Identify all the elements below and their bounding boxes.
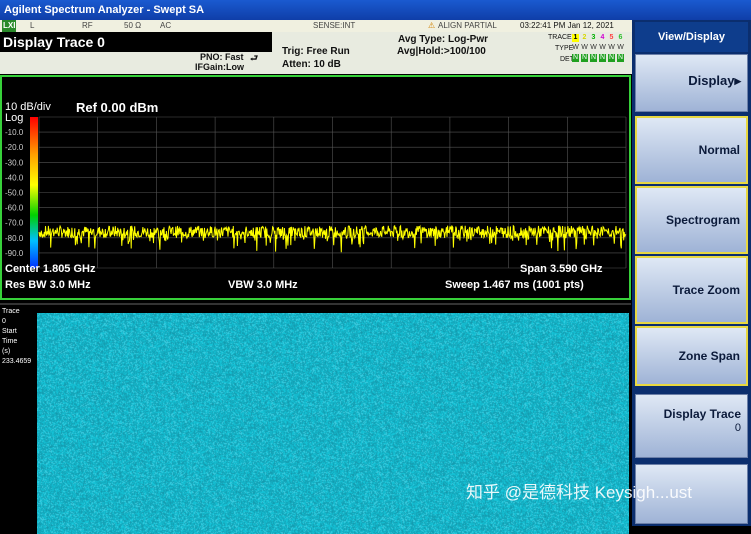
trace-numbers-5: 5	[608, 34, 615, 42]
ifgain-setting: IFGain:Low	[195, 62, 244, 72]
softkey-panel: View/Display Display▸ Normal Spectrogram…	[632, 20, 751, 526]
det-letters-4: N	[599, 54, 606, 62]
display-trace-softkey[interactable]: Display Trace 0	[635, 394, 748, 458]
sense-indicator: SENSE:INT	[313, 21, 356, 30]
attenuation-setting: Atten: 10 dB	[282, 59, 341, 70]
watermark: 知乎 @是德科技 Keysigh...ust	[466, 483, 693, 502]
menu-title: View/Display	[635, 22, 748, 52]
display-trace-value: 0	[734, 422, 741, 434]
window-title: Agilent Spectrum Analyzer - Swept SA	[0, 0, 751, 20]
spectrogram-label-line: (s)	[2, 348, 11, 355]
display-trace-label: Display Trace	[663, 407, 741, 421]
spectrogram-softkey[interactable]: Spectrogram	[635, 186, 748, 254]
reference-level: Ref 0.00 dBm	[76, 100, 159, 115]
spectrogram-label-line: Start	[2, 328, 17, 335]
log-label: Log	[5, 112, 24, 124]
sweep-time: Sweep 1.467 ms (1001 pts)	[445, 279, 584, 291]
type-letters-3: W	[590, 44, 597, 51]
det-letters-2: N	[581, 54, 588, 62]
trace-numbers-6: 6	[617, 34, 624, 42]
y-tick-label: -10.0	[5, 128, 24, 137]
y-tick-label: -40.0	[5, 173, 24, 182]
spectrogram-trace-label: Trace 0 Start Time (s) 233.4659	[2, 307, 31, 367]
span: Span 3.590 GHz	[520, 263, 603, 275]
type-letters-5: W	[608, 44, 615, 51]
spectrogram-label-line: Time	[2, 338, 18, 345]
rf-indicator: RF	[82, 21, 93, 30]
warning-icon: ⚠	[428, 21, 436, 30]
trace-label: TRACE	[548, 34, 572, 41]
page-title: Display Trace 0	[0, 32, 272, 52]
trace-zoom-softkey[interactable]: Trace Zoom	[635, 256, 748, 324]
coupling-indicator: AC	[160, 21, 172, 30]
spectrogram-label-line: 0	[2, 318, 6, 325]
y-tick-label: -30.0	[5, 158, 24, 167]
trace-numbers-1: 1	[572, 34, 579, 42]
y-tick-label: -50.0	[5, 189, 24, 198]
type-letters-6: W	[617, 44, 624, 51]
trigger-setting: Trig: Free Run	[282, 46, 350, 57]
measurement-info-bar: Display Trace 0 PNO: Fast ⮐ IFGain:Low T…	[0, 32, 632, 74]
y-tick-label: -70.0	[5, 219, 24, 228]
type-letters-1: W	[572, 44, 579, 51]
trace-graticule: -10.0 -20.0 -30.0 -40.0 -50.0 -60.0 -70.0 -80.0…	[0, 75, 631, 300]
trace-numbers-4: 4	[599, 34, 606, 42]
det-letters-1: N	[572, 54, 579, 62]
type-letters-2: W	[581, 44, 588, 51]
det-letters-3: N	[590, 54, 597, 62]
trace-numbers-2: 2	[581, 34, 588, 42]
zone-span-softkey[interactable]: Zone Span	[635, 326, 748, 386]
det-letters-6: N	[617, 54, 624, 62]
impedance-indicator: 50 Ω	[124, 21, 142, 30]
y-tick-label: -60.0	[5, 204, 24, 213]
det-letters-5: N	[608, 54, 615, 62]
avg-type: Avg Type: Log-Pwr	[398, 34, 488, 45]
spectrogram-label-line: 233.4659	[2, 358, 32, 365]
center-frequency: Center 1.805 GHz	[5, 263, 96, 275]
trace-numbers-3: 3	[590, 34, 597, 42]
video-bandwidth: VBW 3.0 MHz	[228, 279, 298, 291]
resolution-bandwidth: Res BW 3.0 MHz	[5, 279, 91, 291]
avg-hold: Avg|Hold:>100/100	[397, 46, 486, 57]
spectrogram-label-line: Trace	[2, 308, 20, 315]
type-label: TYPE	[555, 45, 574, 52]
y-tick-label: -80.0	[5, 234, 24, 243]
status-row: LXI L RF 50 Ω AC SENSE:INT ⚠ ALIGN PARTI…	[0, 20, 632, 32]
amplitude-color-bar	[30, 117, 38, 268]
input-indicator: L	[30, 21, 35, 30]
align-status: ALIGN PARTIAL	[438, 21, 497, 30]
display-softkey[interactable]: Display▸	[635, 54, 748, 112]
y-tick-label: -20.0	[5, 143, 24, 152]
y-tick-label: -90.0	[5, 249, 24, 258]
type-letters-4: W	[599, 44, 606, 51]
timestamp: 03:22:41 PM Jan 12, 2021	[520, 21, 614, 30]
lxi-badge: LXI	[2, 20, 17, 32]
normal-softkey[interactable]: Normal	[635, 116, 748, 184]
pno-setting: PNO: Fast	[200, 52, 244, 62]
pno-arrow-icon: ⮐	[250, 53, 259, 63]
